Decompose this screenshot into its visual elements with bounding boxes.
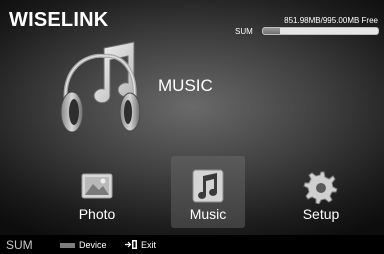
device-button-icon[interactable] (60, 243, 75, 248)
menu-item-setup[interactable]: Setup (284, 156, 358, 228)
storage-free-text: 851.98MB/995.00MB Free (284, 16, 378, 25)
footer-bar: SUM Device Exit (0, 235, 384, 254)
menu-item-label: Photo (78, 206, 116, 222)
photo-icon (81, 173, 113, 199)
wiselink-screen: WISELINK 851.98MB/995.00MB Free SUM MUSI… (0, 0, 384, 254)
category-title: MUSIC (158, 76, 213, 95)
menu-item-label: Music (189, 206, 227, 222)
footer-sum-label: SUM (6, 238, 33, 252)
menu-item-photo[interactable]: Photo (60, 156, 134, 228)
headphones-music-note-icon (60, 41, 141, 133)
music-note-icon (192, 169, 224, 203)
app-title: WISELINK (9, 9, 109, 31)
menu-item-label: Setup (302, 206, 340, 222)
device-label[interactable]: Device (79, 240, 107, 250)
exit-label[interactable]: Exit (141, 240, 156, 250)
menu-item-music[interactable]: Music (171, 156, 245, 228)
storage-label: SUM (235, 27, 253, 36)
storage-bar-fill (263, 28, 280, 34)
storage-bar (262, 27, 379, 35)
gear-icon (303, 171, 338, 204)
exit-icon[interactable] (125, 239, 139, 250)
